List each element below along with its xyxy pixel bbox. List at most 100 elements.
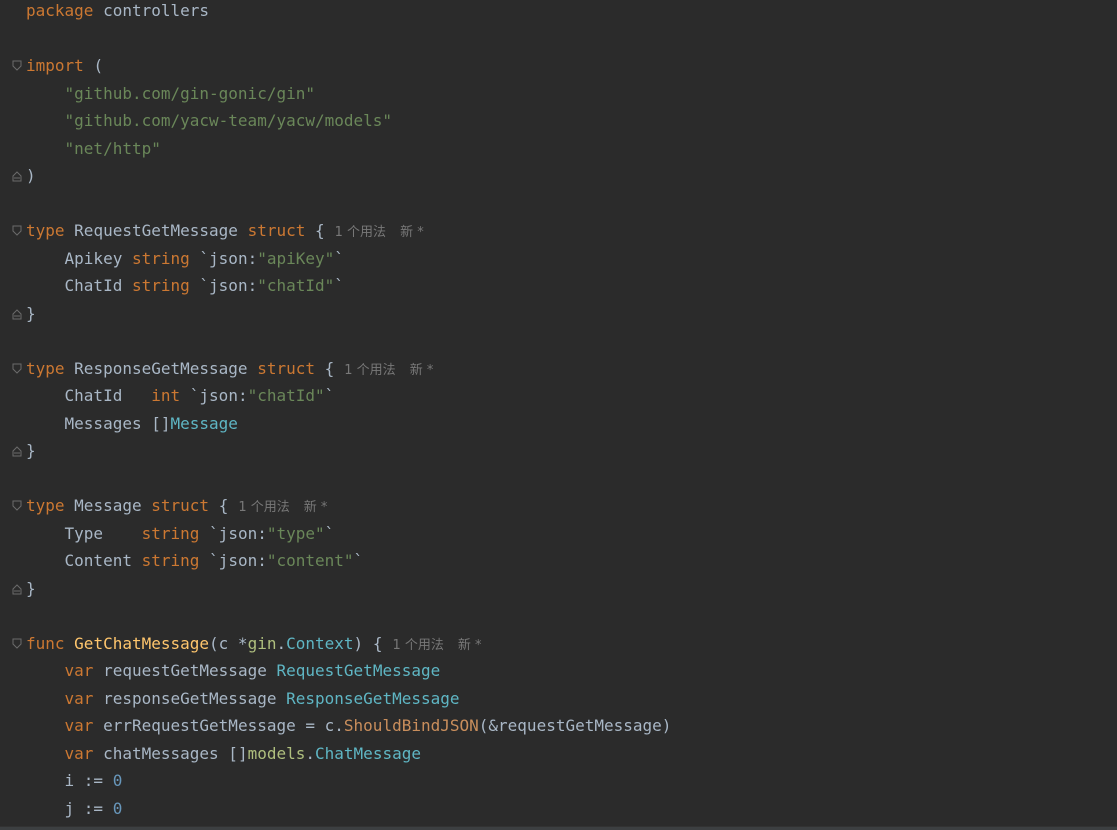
number-literal: 0 [112, 771, 123, 790]
params-open: (c * [209, 633, 248, 653]
type-reference[interactable]: ResponseGetMessage [286, 689, 459, 708]
author-hint-label: 新 * [409, 362, 434, 378]
dot: . [305, 743, 316, 763]
import-path: "net/http" [64, 138, 161, 158]
field-type: string [141, 523, 200, 543]
keyword: func [26, 633, 65, 653]
usages-hint[interactable]: 1 个用法新 * [392, 638, 481, 653]
code-line: ChatId int `json:"chatId"` [26, 385, 1117, 413]
field-name: ChatId [64, 276, 123, 295]
type-reference[interactable]: Message [171, 414, 238, 433]
type-reference[interactable]: Context [286, 634, 353, 653]
keyword: type [26, 496, 65, 515]
code-line: "github.com/gin-gonic/gin" [26, 83, 1117, 111]
struct-tag: `json: [199, 248, 258, 268]
code-line: ChatId string `json:"chatId"` [26, 275, 1117, 303]
code-line: var requestGetMessage RequestGetMessage [26, 660, 1117, 688]
keyword: struct [151, 496, 210, 515]
editor-gutter[interactable] [0, 0, 20, 830]
code-line: import ( [12, 55, 1117, 83]
struct-tag: `json: [209, 523, 267, 543]
keyword: var [64, 716, 94, 735]
field-type: string [131, 248, 190, 268]
struct-tag: `json: [209, 551, 267, 570]
number-literal: 0 [112, 798, 123, 818]
slice-brackets: [] [151, 413, 171, 433]
function-name[interactable]: GetChatMessage [74, 634, 209, 653]
brace: { [315, 221, 325, 240]
import-path: "github.com/gin-gonic/gin" [64, 83, 315, 103]
code-line: package controllers [26, 0, 1117, 28]
type-reference[interactable]: RequestGetMessage [276, 661, 440, 680]
usages-hint-label: 1 个用法 [344, 362, 396, 378]
author-hint-label: 新 * [400, 225, 424, 240]
struct-tag-value: "apiKey" [257, 248, 335, 268]
struct-tag: `json: [199, 276, 258, 295]
fold-close-icon[interactable] [12, 583, 22, 595]
type-reference[interactable]: ChatMessage [315, 744, 421, 763]
package-reference[interactable]: gin [248, 634, 277, 653]
code-area[interactable]: package controllers import ( "github.com… [12, 0, 1117, 825]
struct-tag-value: "chatId" [257, 276, 335, 295]
type-name: ResponseGetMessage [74, 358, 248, 378]
code-line: type RequestGetMessage struct {1 个用法新 * [12, 220, 1117, 248]
keyword: var [64, 743, 94, 763]
keyword: type [26, 358, 65, 378]
keyword: package [26, 1, 94, 20]
field-name: Messages [64, 413, 142, 433]
field-type: string [141, 551, 200, 570]
fold-close-icon[interactable] [12, 445, 22, 457]
keyword: type [26, 221, 65, 240]
import-path: "github.com/yacw-team/yacw/models" [64, 111, 393, 130]
usages-hint[interactable]: 1 个用法新 * [238, 500, 327, 515]
fold-open-icon[interactable] [12, 225, 22, 237]
variable-name: requestGetMessage [103, 661, 267, 680]
fold-close-icon[interactable] [12, 308, 22, 320]
code-line: Content string `json:"content"` [26, 550, 1117, 578]
fold-open-icon[interactable] [12, 500, 22, 512]
code-line: Messages []Message [26, 413, 1117, 441]
code-line: "github.com/yacw-team/yacw/models" [26, 110, 1117, 138]
keyword: struct [257, 358, 315, 378]
fold-open-icon[interactable] [12, 638, 22, 650]
method-call[interactable]: ShouldBindJSON [344, 716, 479, 735]
package-name: controllers [103, 1, 210, 20]
field-type: int [151, 386, 181, 405]
variable-assignment: j := [64, 798, 113, 818]
fold-open-icon[interactable] [12, 363, 22, 375]
code-line: Apikey string `json:"apiKey"` [26, 248, 1117, 276]
code-line: i := 0 [26, 770, 1117, 798]
params-close: ) { [353, 633, 383, 653]
struct-tag-value: "chatId" [247, 386, 325, 405]
brace: } [26, 303, 36, 323]
paren: ( [93, 56, 104, 75]
field-name: Apikey [64, 248, 123, 268]
struct-tag-close: ` [334, 248, 344, 268]
code-line: "net/http" [26, 138, 1117, 166]
code-line: Type string `json:"type"` [26, 523, 1117, 551]
brace: } [26, 441, 36, 460]
package-reference[interactable]: models [248, 744, 306, 763]
field-type: string [131, 276, 190, 295]
struct-tag-close: ` [324, 386, 335, 405]
fold-open-icon[interactable] [12, 60, 22, 72]
editor-bottom-border [0, 826, 1117, 830]
code-editor[interactable]: package controllers import ( "github.com… [0, 0, 1117, 830]
code-line: } [12, 440, 1117, 468]
author-hint-label: 新 * [457, 637, 482, 653]
code-line: type Message struct {1 个用法新 * [12, 495, 1117, 523]
field-name: Type [64, 523, 132, 543]
fold-close-icon[interactable] [12, 170, 22, 182]
code-line: var responseGetMessage ResponseGetMessag… [26, 688, 1117, 716]
usages-hint[interactable]: 1 个用法新 * [335, 225, 424, 240]
usages-hint-label: 1 个用法 [392, 637, 444, 653]
struct-tag: `json: [189, 386, 248, 405]
code-line: var chatMessages []models.ChatMessage [26, 743, 1117, 771]
variable-assignment: errRequestGetMessage = c. [103, 716, 344, 735]
usages-hint[interactable]: 1 个用法新 * [344, 363, 433, 378]
